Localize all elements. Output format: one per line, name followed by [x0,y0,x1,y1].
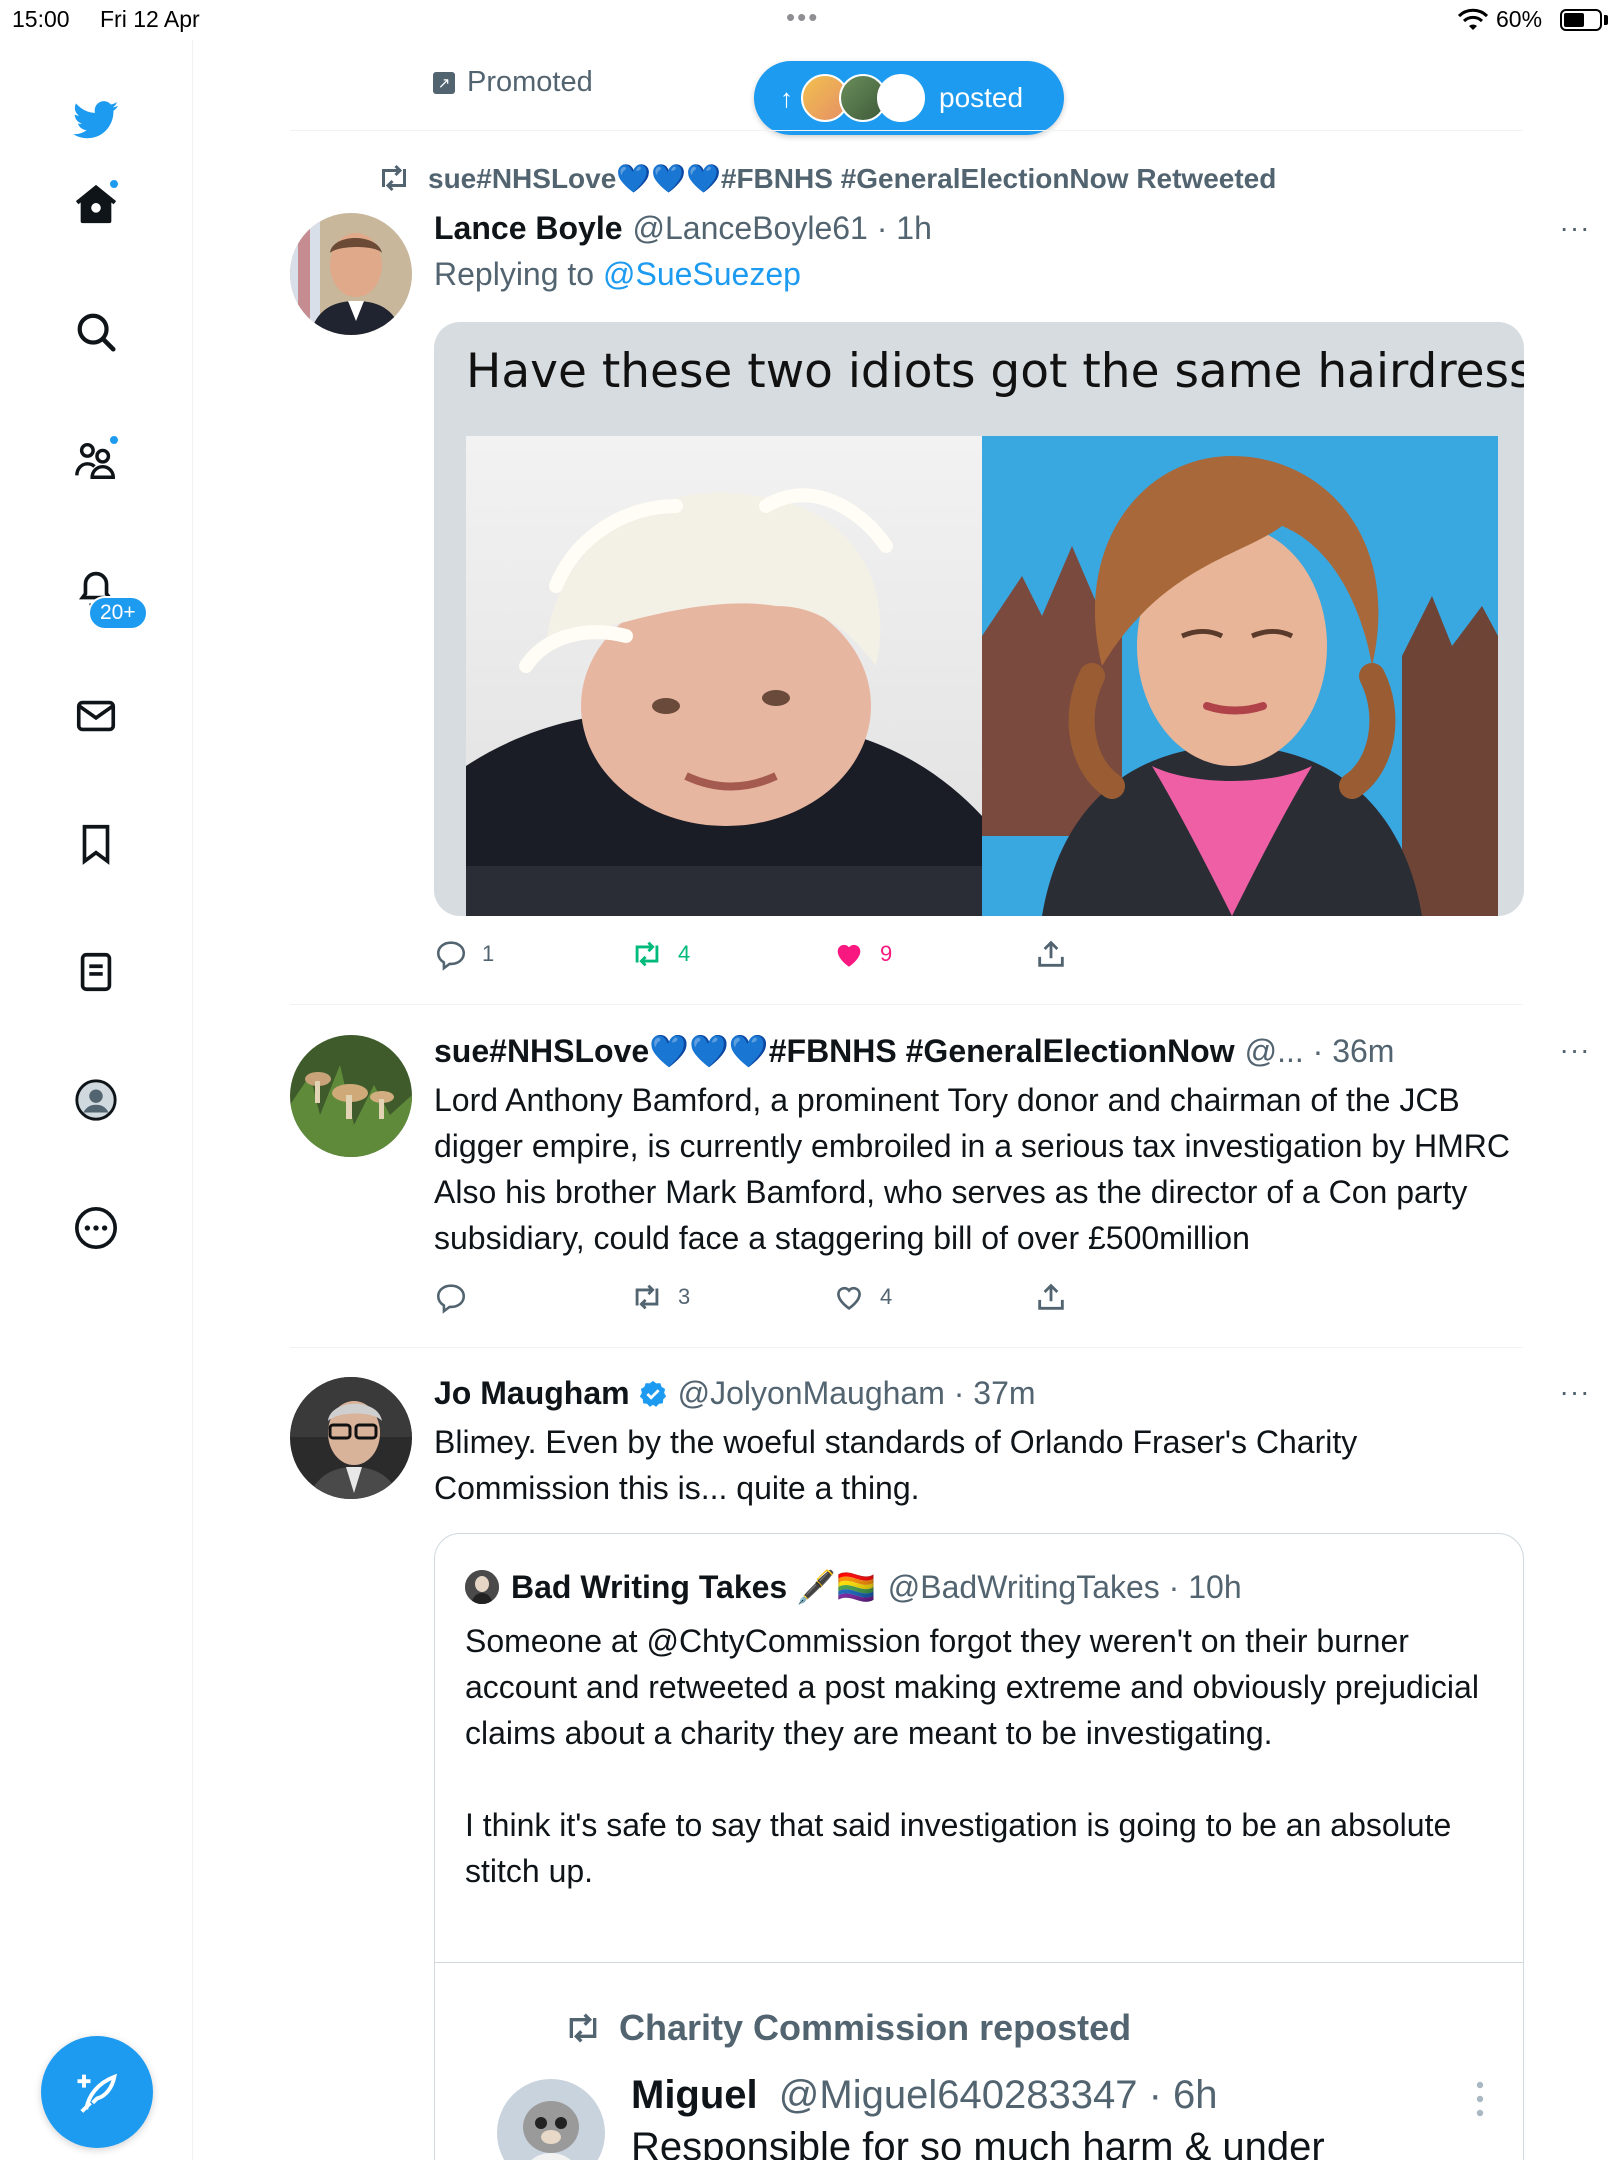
new-posts-label: posted [939,82,1024,113]
quoted-tweet-text: Someone at @ChtyCommission forgot they w… [465,1618,1495,1894]
quoted-paragraph: Someone at @ChtyCommission forgot they w… [465,1623,1479,1751]
like-button[interactable]: 4 [832,1280,892,1314]
nested-retweet[interactable]: Charity Commission reposted Miguel @Migu… [435,1962,1523,2160]
twitter-logo-icon[interactable] [64,88,128,152]
author-handle[interactable]: @... · 36m [1245,1033,1395,1070]
home-notification-dot [108,178,120,190]
reply-count: 1 [482,941,495,966]
sidebar: 20+ [0,40,193,2160]
kebab-menu-icon[interactable] [1475,2079,1485,2119]
home-icon[interactable] [64,172,128,236]
divider [290,1347,1523,1348]
reply-icon [436,1284,466,1314]
nested-tweet-text: Responsible for so much harm & under [631,2125,1325,2160]
tweet-actions: 3 4 [434,1280,1094,1320]
compose-quill-icon [77,2073,117,2113]
like-count: 4 [880,1284,893,1309]
retweet-icon [382,164,406,192]
messages-icon[interactable] [64,684,128,748]
share-icon [1038,1283,1064,1310]
retweet-count: 3 [678,1284,691,1309]
replying-to-link[interactable]: @SueSuezep [603,256,801,292]
nested-retweet-context: Charity Commission reposted [563,2007,1131,2049]
quoted-author-handle[interactable]: @BadWritingTakes · 10h [888,1569,1242,1606]
promoted-text: Promoted [467,66,593,98]
promoted-label: ↗ Promoted [433,66,593,99]
more-options-icon[interactable] [64,1196,128,1260]
nested-author-handle[interactable]: @Miguel640283347 · 6h [779,2073,1218,2117]
author-handle[interactable]: @LanceBoyle61 · 1h [633,210,932,247]
retweet-context: sue#NHSLove💙💙💙#FBNHS #GeneralElectionNow… [376,160,1276,196]
quoted-paragraph: I think it's safe to say that said inves… [465,1807,1452,1889]
compose-button[interactable] [41,2036,153,2148]
avatar[interactable] [290,213,412,335]
timeline-feed: ↗ Promoted ↑ posted sue#NHSLove💙💙💙#FBNHS… [193,0,1620,2160]
bookmarks-icon[interactable] [64,812,128,876]
divider [290,1004,1523,1005]
notifications-badge: 20+ [88,596,148,630]
author-name[interactable]: Jo Maugham [434,1375,630,1412]
promoted-icon: ↗ [433,71,455,94]
tweet-header: Lance Boyle @LanceBoyle61 · 1h [434,210,932,247]
share-button[interactable] [1034,937,1068,971]
replying-to-prefix: Replying to [434,256,595,292]
nested-tweet-header: Miguel @Miguel640283347 · 6h [631,2073,1218,2118]
share-icon [1038,940,1064,967]
retweet-icon [569,2013,597,2043]
search-icon[interactable] [64,300,128,364]
pill-avatar [877,74,925,122]
communities-notification-dot [108,434,120,446]
new-posts-pill[interactable]: ↑ posted [754,61,1064,135]
author-name[interactable]: Lance Boyle [434,210,623,247]
share-button[interactable] [1034,1280,1068,1314]
more-icon[interactable]: ··· [1555,1034,1595,1065]
quoted-avatar[interactable] [465,1570,499,1604]
reply-button[interactable] [434,1280,482,1314]
tweet-actions: 1 4 9 [434,937,1094,977]
nested-avatar[interactable] [497,2079,605,2160]
profile-icon[interactable] [64,1068,128,1132]
heart-filled-icon [837,944,861,967]
retweet-context-text: sue#NHSLove💙💙💙#FBNHS #GeneralElectionNow… [428,162,1277,194]
lists-icon[interactable] [64,940,128,1004]
tweet-text: Lord Anthony Bamford, a prominent Tory d… [434,1082,1510,1256]
like-button[interactable]: 9 [832,937,892,971]
heart-outline-icon [837,1286,861,1310]
retweet-button[interactable]: 4 [630,937,690,971]
retweet-icon [635,941,659,967]
like-count: 9 [880,941,893,966]
media-caption: Have these two idiots got the same haird… [466,344,1524,399]
retweet-icon [635,1284,659,1310]
reply-icon [436,941,466,971]
author-name[interactable]: sue#NHSLove💙💙💙#FBNHS #GeneralElectionNow [434,1032,1235,1070]
arrow-up-icon: ↑ [780,82,793,113]
retweet-count: 4 [678,941,691,966]
nested-author-name[interactable]: Miguel [631,2073,758,2117]
more-icon[interactable]: ··· [1555,212,1595,243]
tweet-header: Jo Maugham @JolyonMaugham · 37m [434,1375,1036,1412]
media-photo-right [982,436,1498,916]
verified-badge-icon [639,1380,666,1407]
avatar[interactable] [290,1035,412,1157]
retweet-button[interactable]: 3 [630,1280,690,1314]
communities-icon[interactable] [64,428,128,492]
avatar[interactable] [290,1377,412,1499]
media-photo-left [466,436,982,916]
tweet-text: Blimey. Even by the woeful standards of … [434,1424,1358,1506]
divider [290,130,1523,131]
tweet-media[interactable]: Have these two idiots got the same haird… [434,322,1524,916]
author-handle[interactable]: @JolyonMaugham · 37m [678,1375,1036,1412]
quoted-tweet-header: Bad Writing Takes 🖋️🏳️‍🌈 @BadWritingTake… [465,1568,1242,1606]
quoted-author-name[interactable]: Bad Writing Takes 🖋️🏳️‍🌈 [511,1568,876,1606]
status-time: 15:00 [12,6,70,32]
tweet-header: sue#NHSLove💙💙💙#FBNHS #GeneralElectionNow… [434,1032,1394,1070]
status-date: Fri 12 Apr [100,6,200,32]
quoted-tweet[interactable]: Bad Writing Takes 🖋️🏳️‍🌈 @BadWritingTake… [434,1533,1524,2160]
replying-to: Replying to @SueSuezep [434,256,801,293]
more-icon[interactable]: ··· [1555,1376,1595,1407]
reply-button[interactable]: 1 [434,937,494,971]
nested-retweet-context-text: Charity Commission reposted [619,2007,1132,2048]
